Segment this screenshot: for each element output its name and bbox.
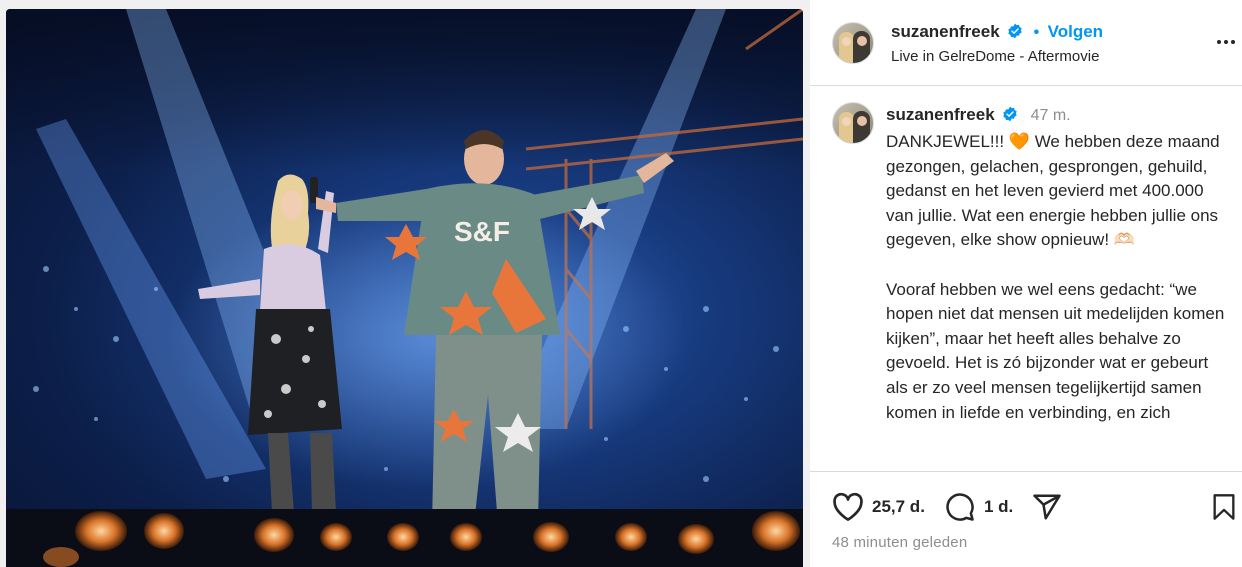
share-button[interactable]: [1032, 492, 1062, 522]
caption-avatar[interactable]: [832, 102, 874, 144]
caption-time-ago[interactable]: 47 m.: [1031, 107, 1071, 124]
verified-badge-icon: [1003, 106, 1017, 122]
heart-icon: [833, 492, 863, 521]
post-header: suzanenfreek • Volgen Live in GelreDome …: [810, 0, 1242, 86]
header-title-row: suzanenfreek • Volgen: [891, 22, 1103, 42]
concert-illustration: S&F: [6, 9, 803, 567]
caption-text: DANKJEWEL!!! 🧡 We hebben deze maand gezo…: [886, 132, 1225, 422]
header-subtitle[interactable]: Live in GelreDome - Aftermovie: [891, 48, 1099, 65]
caption-username[interactable]: suzanenfreek: [886, 105, 995, 124]
likes-count[interactable]: 25,7 d.: [872, 497, 925, 517]
follow-separator: •: [1033, 24, 1040, 41]
caption-area: suzanenfreek 47 m. DANKJEWEL!!! 🧡 We heb…: [810, 87, 1242, 471]
comment-icon: [946, 493, 974, 521]
comments-count[interactable]: 1 d.: [984, 497, 1013, 517]
post-actions: 25,7 d. 1 d. 48 minuten geleden: [810, 471, 1242, 567]
caption-header-row: suzanenfreek 47 m.: [886, 105, 1071, 125]
more-horizontal-icon[interactable]: [1214, 30, 1238, 54]
bookmark-icon[interactable]: [1210, 492, 1238, 522]
jacket-logo-text: S&F: [454, 216, 510, 247]
comment-button[interactable]: 1 d.: [944, 492, 1013, 522]
follow-button[interactable]: Volgen: [1048, 22, 1103, 41]
post-photo[interactable]: S&F: [6, 9, 803, 567]
header-username[interactable]: suzanenfreek: [891, 22, 1000, 41]
verified-badge-icon: [1008, 23, 1022, 39]
post-timestamp[interactable]: 48 minuten geleden: [832, 534, 967, 551]
post-side-panel: suzanenfreek • Volgen Live in GelreDome …: [810, 0, 1242, 567]
avatar[interactable]: [832, 22, 874, 64]
stage-floor-lamps: [6, 509, 803, 567]
like-button[interactable]: 25,7 d.: [832, 492, 925, 522]
share-icon: [1033, 494, 1061, 520]
